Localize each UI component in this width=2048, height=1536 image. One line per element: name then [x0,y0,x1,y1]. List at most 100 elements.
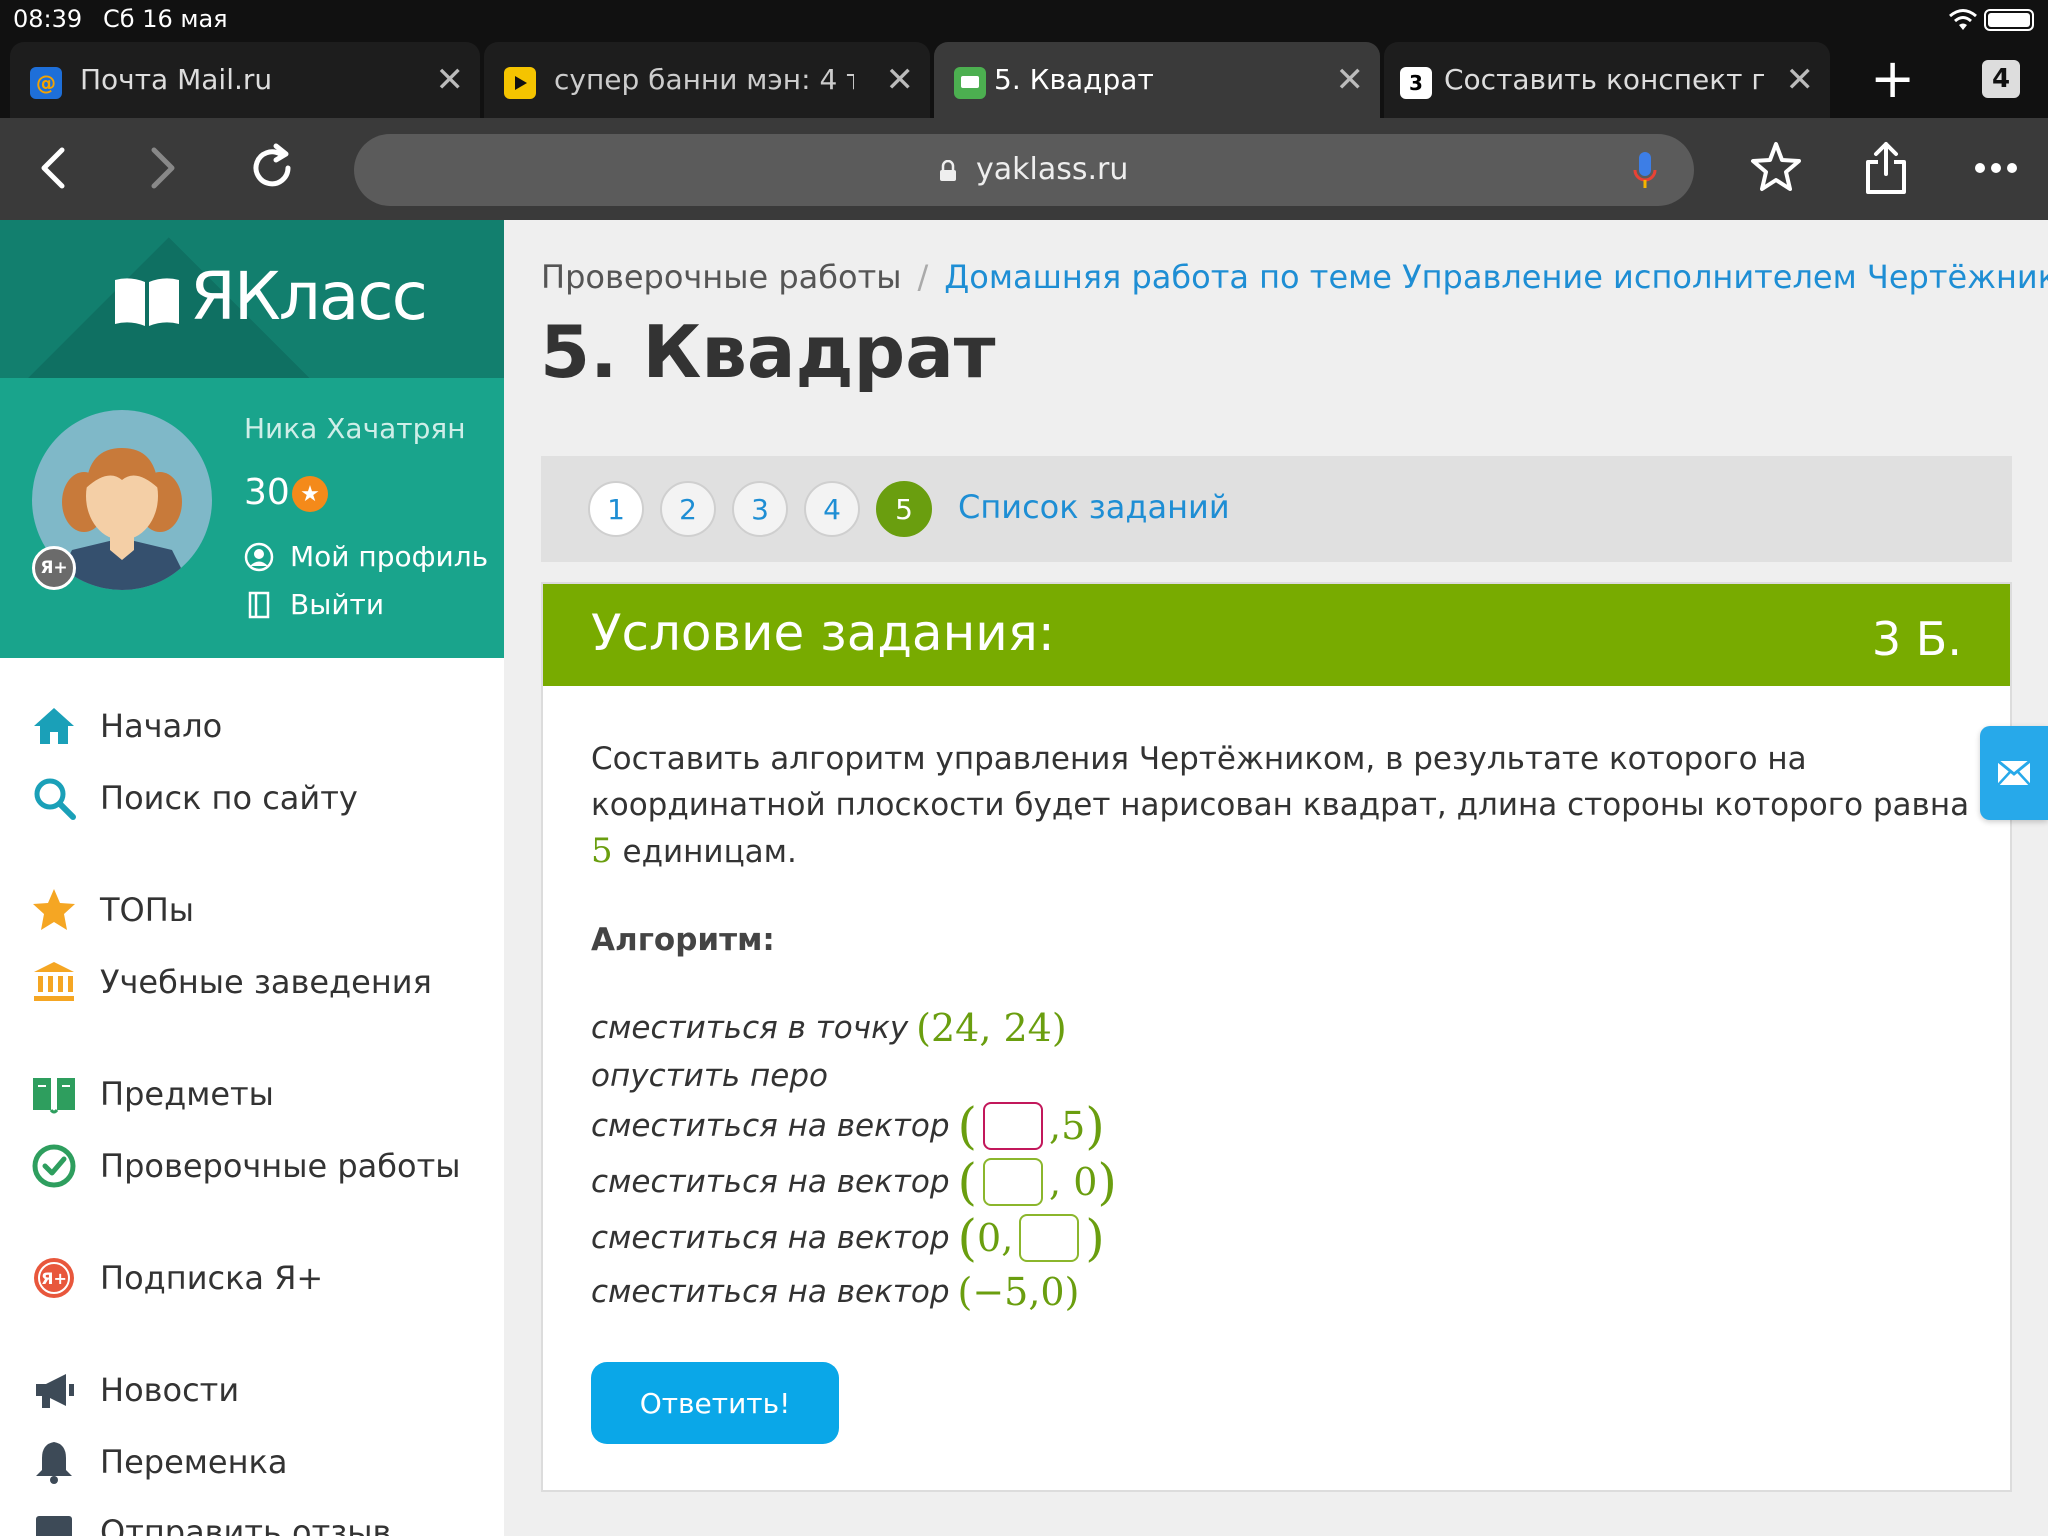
point-coordinates: (24, 24) [916,1006,1067,1050]
breadcrumb-separator: / [917,258,929,296]
reload-icon[interactable] [242,138,302,198]
vector-3-y-input[interactable] [1019,1214,1080,1262]
logo-book-icon [115,278,179,326]
site-header: ЯКласс [0,220,504,378]
menu-item-subscription[interactable]: Я+ Подписка Я+ [30,1254,323,1302]
menu-item-home[interactable]: Начало [30,702,222,750]
menu-label: Поиск по сайту [100,779,358,817]
back-icon[interactable] [24,138,84,198]
menu-label: Переменка [100,1443,288,1481]
bell-icon [30,1438,78,1486]
algorithm-line-1: сместиться в точку (24, 24) [591,1006,1067,1050]
menu-item-feedback[interactable]: Отправить отзыв [30,1508,391,1536]
url-text: yaklass.ru [976,152,1129,187]
home-icon [30,702,78,750]
status-date: Сб 16 мая [103,5,228,33]
step-4[interactable]: 4 [804,481,860,537]
site-logo[interactable]: ЯКласс [190,258,428,335]
vector-1-x-input[interactable] [983,1102,1044,1150]
menu-label: Проверочные работы [100,1147,461,1185]
forward-icon[interactable] [132,138,192,198]
close-icon[interactable]: ✕ [436,60,465,100]
feedback-mail-button[interactable] [1980,726,2048,820]
institution-icon [30,958,78,1006]
menu-label: ТОПы [100,891,195,929]
tab-strip: @ Почта Mail.ru ✕ супер банни мэн: 4 тыс… [0,40,2048,118]
yaklass-icon [954,67,986,99]
status-bar: 08:39 Сб 16 мая [0,0,2048,40]
menu-item-subjects[interactable]: Предметы [30,1070,274,1118]
menu-item-search[interactable]: Поиск по сайту [30,774,358,822]
menu-label: Новости [100,1371,240,1409]
megaphone-icon [30,1366,78,1414]
my-profile-label: Мой профиль [290,540,489,573]
mail-ru-icon: @ [30,67,62,99]
menu-item-schools[interactable]: Учебные заведения [30,958,432,1006]
side-length-value: 5 [591,831,613,871]
subscription-badge: Я+ [32,546,76,590]
search-icon [30,774,78,822]
page-title: 5. Квадрат [540,310,996,394]
submit-answer-button[interactable]: Ответить! [591,1362,839,1444]
lock-icon [940,160,956,181]
feedback-icon [30,1508,78,1536]
algorithm-line-4: сместиться на вектор ( , 0 ) [591,1153,1117,1211]
star-icon: ★ [292,476,328,512]
tab-kvadrat[interactable]: 5. Квадрат ✕ [934,42,1380,118]
close-icon[interactable]: ✕ [1786,60,1815,100]
menu-label: Подписка Я+ [100,1259,324,1297]
algorithm-line-6: сместиться на вектор (−5,0) [591,1270,1080,1314]
open-book-icon [30,1070,78,1118]
step-2[interactable]: 2 [660,481,716,537]
youtube-play-icon [504,67,536,99]
task-list-link[interactable]: Список заданий [958,488,1230,526]
microphone-icon[interactable] [1632,150,1658,192]
menu-label: Учебные заведения [100,963,432,1001]
more-menu-icon[interactable] [1966,138,2026,198]
my-profile-link[interactable]: Мой профиль [244,540,488,573]
tab-title: Составить конспект по [1444,63,1764,96]
step-3[interactable]: 3 [732,481,788,537]
tab-youtube[interactable]: супер банни мэн: 4 тыс ✕ [484,42,930,118]
menu-label: Начало [100,707,223,745]
svg-text:Я+: Я+ [41,1269,67,1288]
znanija-icon: 3 [1400,67,1432,99]
user-points: 30 [244,472,290,513]
battery-icon [1984,9,2034,31]
subscription-icon: Я+ [30,1254,78,1302]
logout-link[interactable]: Выйти [244,588,384,621]
check-circle-icon [30,1142,78,1190]
menu-item-break[interactable]: Переменка [30,1438,287,1486]
share-icon[interactable] [1856,138,1916,198]
breadcrumb: Проверочные работы / Домашняя работа по те… [541,258,2048,296]
step-1[interactable]: 1 [588,481,644,537]
menu-item-tests[interactable]: Проверочные работы [30,1142,460,1190]
menu-item-tops[interactable]: ТОПы [30,886,194,934]
vector-2-x-input[interactable] [983,1158,1044,1206]
door-icon [248,591,270,618]
tab-title: Почта Mail.ru [80,63,273,96]
tab-znanija[interactable]: 3 Составить конспект по ✕ [1384,42,1830,118]
address-bar[interactable]: yaklass.ru [354,134,1694,206]
browser-toolbar: yaklass.ru [0,118,2048,220]
tab-mail[interactable]: @ Почта Mail.ru ✕ [10,42,480,118]
wifi-icon [1949,9,1977,30]
task-score: 3 Б. [1871,612,1962,666]
breadcrumb-current[interactable]: Домашняя работа по теме Управление испол… [944,258,2048,296]
envelope-icon [1997,759,2031,786]
task-statement: Составить алгоритм управления Чертёжнико… [591,741,1970,871]
tab-title: 5. Квадрат [994,63,1154,96]
close-icon[interactable]: ✕ [886,60,915,100]
tab-count-button[interactable]: 4 [1982,60,2020,98]
bookmark-star-icon[interactable] [1746,138,1806,198]
menu-item-news[interactable]: Новости [30,1366,239,1414]
close-icon[interactable]: ✕ [1336,60,1365,100]
new-tab-button[interactable]: + [1870,52,1915,106]
logout-label: Выйти [290,588,385,621]
star-icon [30,886,78,934]
step-5-active[interactable]: 5 [876,481,932,537]
algorithm-line-2: опустить перо [591,1058,828,1094]
task-header: Условие задания: 3 Б. [543,584,2010,686]
breadcrumb-root[interactable]: Проверочные работы [541,258,901,296]
user-name: Ника Хачатрян [244,412,466,445]
